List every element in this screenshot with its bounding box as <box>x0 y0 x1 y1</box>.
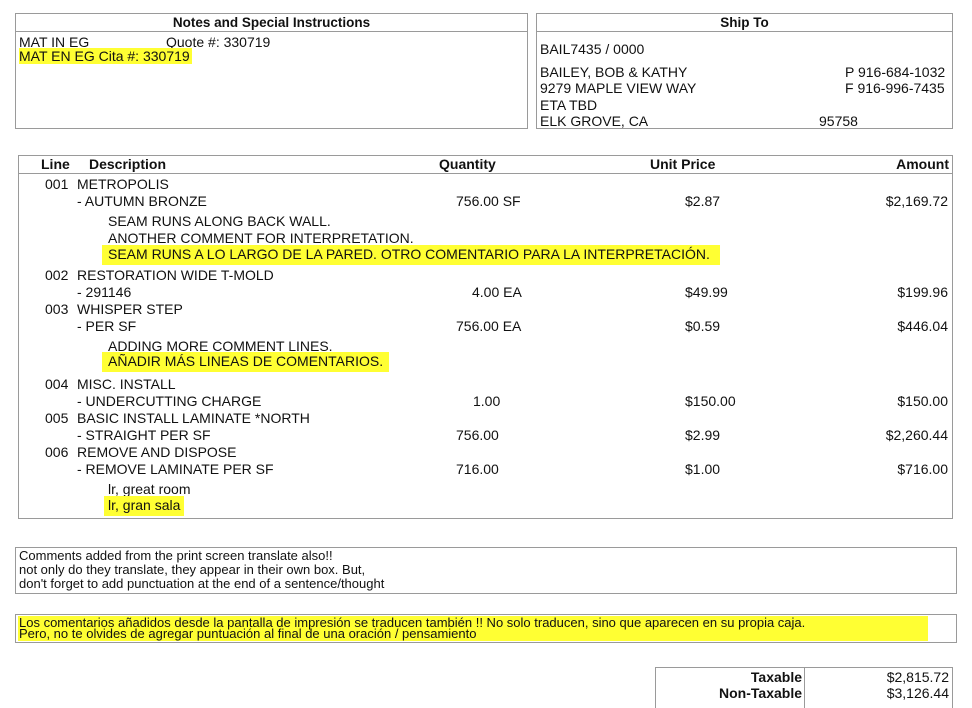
item-comment: ANOTHER COMMENT FOR INTERPRETATION. <box>108 230 414 246</box>
item-quantity: 4.00 EA <box>472 284 522 300</box>
ship-to-fax: F 916-996-7435 <box>845 80 945 96</box>
ship-to-account: BAIL7435 / 0000 <box>540 41 645 57</box>
notes-line2-translated: MAT EN EG Cita #: 330719 <box>19 48 192 64</box>
notes-header: Notes and Special Instructions <box>16 14 527 32</box>
nontaxable-value: $3,126.44 <box>886 685 949 701</box>
item-line-number: 002 <box>45 267 69 283</box>
item-unit-price: $1.00 <box>685 461 721 477</box>
item-line-number: 003 <box>45 301 69 317</box>
notes-box: Notes and Special Instructions MAT IN EG… <box>15 13 528 129</box>
ship-to-phone: P 916-684-1032 <box>845 64 946 80</box>
item-line-number: 004 <box>45 376 69 392</box>
item-title: METROPOLIS <box>77 176 169 192</box>
item-amount: $199.96 <box>897 284 948 300</box>
item-quantity: 756.00 SF <box>456 193 521 209</box>
line-items-table: Line Description Quantity Unit Price Amo… <box>18 155 953 519</box>
item-unit-price: $0.59 <box>685 318 721 334</box>
item-comment: SEAM RUNS ALONG BACK WALL. <box>108 213 331 229</box>
item-subtitle: - REMOVE LAMINATE PER SF <box>77 461 274 477</box>
col-header-description: Description <box>89 156 167 172</box>
nontaxable-label: Non-Taxable <box>719 685 802 701</box>
comments-box: Comments added from the print screen tra… <box>15 547 957 594</box>
item-subtitle: - STRAIGHT PER SF <box>77 427 211 443</box>
ship-to-name: BAILEY, BOB & KATHY <box>540 64 688 80</box>
table-header-row: Line Description Quantity Unit Price Amo… <box>19 156 952 174</box>
translated-comments-box: Los comentarios añadidos desde la pantal… <box>15 614 957 643</box>
ship-to-city: ELK GROVE, CA <box>540 113 649 129</box>
item-subtitle: - AUTUMN BRONZE <box>77 193 207 209</box>
item-comment-translated: AÑADIR MÁS LINEAS DE COMENTARIOS. <box>102 352 390 372</box>
item-amount: $716.00 <box>897 461 948 477</box>
item-amount: $2,169.72 <box>885 193 948 209</box>
item-unit-price: $150.00 <box>685 393 736 409</box>
ship-to-street: 9279 MAPLE VIEW WAY <box>540 80 697 96</box>
item-title: MISC. INSTALL <box>77 376 176 392</box>
item-amount: $150.00 <box>897 393 948 409</box>
item-comment-translated: SEAM RUNS A LO LARGO DE LA PARED. OTRO C… <box>102 245 720 265</box>
col-header-line: Line <box>41 156 70 172</box>
col-header-quantity: Quantity <box>439 156 496 172</box>
ship-to-box: Ship To BAIL7435 / 0000 BAILEY, BOB & KA… <box>536 13 953 129</box>
comment-line: Comments added from the print screen tra… <box>19 548 333 563</box>
item-subtitle: - PER SF <box>77 318 137 334</box>
item-amount: $2,260.44 <box>885 427 948 443</box>
translated-comment-line: Pero, no te olvides de agregar puntuació… <box>19 626 477 641</box>
item-unit-price: $2.99 <box>685 427 721 443</box>
item-line-number: 005 <box>45 410 69 426</box>
item-quantity: 716.00 <box>456 461 499 477</box>
col-header-amount: Amount <box>896 156 949 172</box>
item-unit-price: $49.99 <box>685 284 728 300</box>
item-line-number: 001 <box>45 176 69 192</box>
item-title: REMOVE AND DISPOSE <box>77 444 237 460</box>
ship-to-zip: 95758 <box>819 113 858 129</box>
taxable-label: Taxable <box>750 669 802 685</box>
ship-to-header: Ship To <box>537 14 952 32</box>
item-title: RESTORATION WIDE T-MOLD <box>77 267 274 283</box>
item-title: WHISPER STEP <box>77 301 183 317</box>
taxable-value: $2,815.72 <box>886 669 949 685</box>
item-quantity: 756.00 EA <box>456 318 522 334</box>
item-quantity: 756.00 <box>456 427 499 443</box>
ship-to-eta: ETA TBD <box>540 97 598 113</box>
item-subtitle: - 291146 <box>77 284 132 300</box>
col-header-unit-price: Unit Price <box>650 156 716 172</box>
item-quantity: 1.00 <box>473 393 501 409</box>
item-amount: $446.04 <box>897 318 948 334</box>
item-unit-price: $2.87 <box>685 193 721 209</box>
item-title: BASIC INSTALL LAMINATE *NORTH <box>77 410 310 426</box>
item-comment-translated: lr, gran sala <box>104 496 185 516</box>
item-subtitle: - UNDERCUTTING CHARGE <box>77 393 262 409</box>
comment-line: not only do they translate, they appear … <box>19 562 366 577</box>
comment-line: don't forget to add punctuation at the e… <box>19 576 385 591</box>
item-comment: lr, great room <box>108 481 191 497</box>
item-line-number: 006 <box>45 444 69 460</box>
